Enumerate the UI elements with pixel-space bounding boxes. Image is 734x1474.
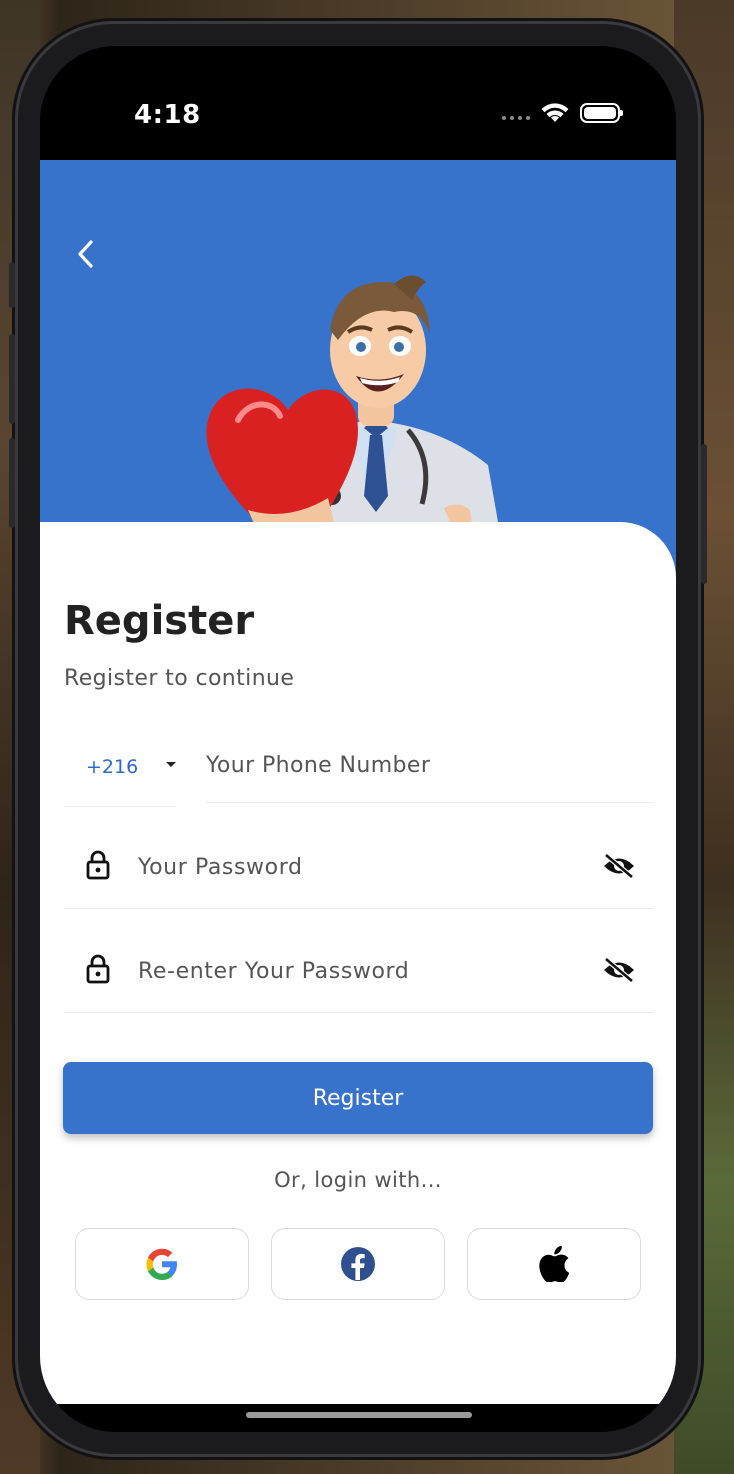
password-input[interactable] bbox=[138, 826, 578, 908]
screen: 4:18 Register Register to continue +216 … bbox=[40, 46, 676, 1432]
or-login-with-label: Or, login with... bbox=[274, 1168, 442, 1192]
facebook-login-button[interactable] bbox=[271, 1228, 445, 1300]
register-screen: Register Register to continue +216 Your … bbox=[40, 160, 676, 1404]
google-icon bbox=[146, 1248, 177, 1280]
register-card: Register Register to continue +216 Your … bbox=[40, 522, 676, 1404]
eye-off-icon bbox=[604, 853, 634, 879]
social-login-row bbox=[75, 1228, 641, 1300]
phone-number-row: +216 bbox=[64, 728, 654, 812]
hero-banner bbox=[40, 160, 676, 560]
home-indicator-area bbox=[40, 1404, 676, 1432]
toggle-password-visibility-button[interactable] bbox=[602, 850, 636, 882]
status-time: 4:18 bbox=[134, 100, 201, 130]
phone-number-input[interactable] bbox=[206, 728, 654, 803]
doctor-mascot-illustration bbox=[206, 275, 498, 560]
country-code-dropdown[interactable]: +216 bbox=[64, 728, 176, 807]
caret-down-icon bbox=[166, 762, 176, 767]
volume-down-button bbox=[9, 438, 15, 528]
country-code-value: +216 bbox=[86, 756, 139, 778]
page-subtitle: Register to continue bbox=[64, 666, 295, 691]
register-button[interactable]: Register bbox=[63, 1062, 653, 1134]
reenter-password-input[interactable] bbox=[138, 930, 578, 1012]
password-field bbox=[64, 826, 654, 909]
status-bar: 4:18 bbox=[40, 46, 676, 160]
volume-up-button bbox=[9, 334, 15, 424]
status-icons bbox=[502, 102, 623, 124]
toggle-reenter-password-visibility-button[interactable] bbox=[602, 954, 636, 986]
facebook-icon bbox=[341, 1247, 375, 1281]
battery-icon bbox=[580, 103, 623, 123]
power-button bbox=[701, 444, 707, 584]
apple-login-button[interactable] bbox=[467, 1228, 641, 1300]
wifi-icon bbox=[541, 103, 569, 122]
phone-frame: 4:18 Register Register to continue +216 … bbox=[9, 24, 707, 1454]
chevron-left-icon bbox=[78, 240, 93, 268]
lock-icon bbox=[86, 954, 110, 984]
mute-switch bbox=[9, 262, 15, 308]
page-title: Register bbox=[64, 598, 255, 644]
google-login-button[interactable] bbox=[75, 1228, 249, 1300]
reenter-password-field bbox=[64, 930, 654, 1013]
cellular-signal-icon bbox=[502, 116, 530, 120]
back-button[interactable] bbox=[68, 234, 104, 274]
lock-icon bbox=[86, 850, 110, 880]
home-indicator[interactable] bbox=[246, 1412, 472, 1418]
eye-off-icon bbox=[604, 957, 634, 983]
apple-icon bbox=[539, 1246, 570, 1282]
